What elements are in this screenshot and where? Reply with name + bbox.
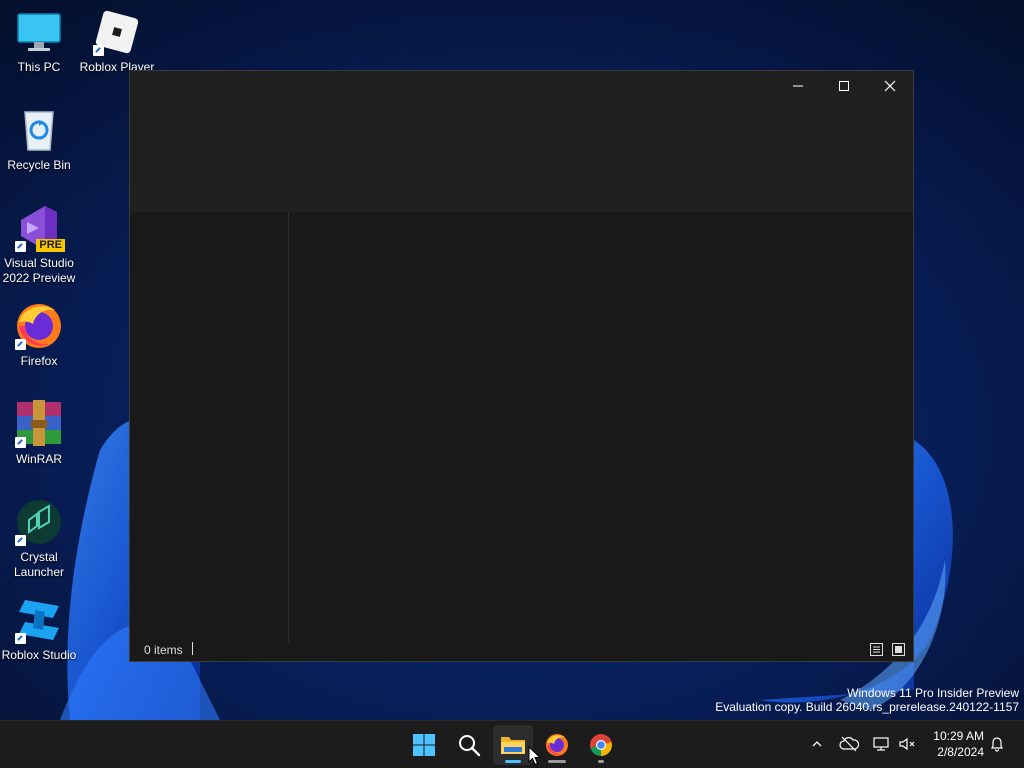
show-hidden-icons-button[interactable] [806, 733, 828, 755]
visual-studio-icon: PRE [15, 204, 65, 252]
taskbar-chrome-button[interactable] [581, 725, 621, 765]
status-separator [192, 642, 193, 655]
maximize-button[interactable] [821, 71, 867, 101]
desktop-icon-visual-studio[interactable]: PRE Visual Studio 2022 Preview [0, 204, 78, 286]
evaluation-watermark: Windows 11 Pro Insider Preview Evaluatio… [715, 686, 1019, 714]
tiles-view-button[interactable] [892, 643, 905, 656]
clock-time: 10:29 AM [933, 729, 984, 743]
shortcut-arrow-icon [15, 339, 26, 350]
details-view-icon [873, 646, 880, 653]
mouse-cursor-icon [528, 746, 541, 766]
onedrive-tray-button[interactable] [838, 733, 860, 755]
taskbar-file-explorer-button[interactable] [493, 725, 533, 765]
desktop-icon-label: Firefox [20, 354, 58, 368]
taskbar-clock[interactable]: 10:29 AM 2/8/2024 [933, 728, 984, 760]
search-icon [459, 735, 481, 757]
windows-start-icon [413, 734, 435, 756]
maximize-icon [839, 81, 849, 91]
details-view-button[interactable] [870, 643, 883, 656]
taskbar-search-button[interactable] [449, 725, 489, 765]
winrar-icon [15, 400, 63, 448]
desktop-icon-label: Visual Studio 2022 Preview [2, 256, 76, 285]
watermark-edition: Windows 11 Pro Insider Preview [847, 686, 1019, 700]
firefox-icon [546, 734, 568, 756]
shortcut-arrow-icon [15, 633, 26, 644]
network-icon [873, 737, 889, 751]
shortcut-arrow-icon [93, 45, 104, 56]
running-app-indicator [548, 760, 566, 763]
running-app-indicator [598, 760, 604, 763]
desktop-icon-roblox-studio[interactable]: Roblox Studio [0, 596, 78, 663]
desktop-icon-label: Recycle Bin [7, 158, 71, 172]
shortcut-arrow-icon [15, 535, 26, 546]
firefox-icon [15, 302, 63, 350]
close-button[interactable] [867, 71, 913, 101]
volume-muted-icon [899, 737, 915, 751]
tiles-view-icon [895, 646, 902, 653]
chevron-up-icon [812, 741, 822, 747]
roblox-player-icon [93, 8, 141, 56]
recycle-bin-icon [15, 106, 63, 154]
active-app-indicator [505, 760, 521, 763]
desktop-icon-label: Crystal Launcher [13, 550, 65, 579]
navigation-pane[interactable] [130, 212, 289, 642]
item-count-label: 0 items [144, 643, 183, 657]
folder-icon [501, 737, 525, 754]
crystal-launcher-icon [15, 498, 63, 546]
bell-icon [991, 737, 1003, 752]
clock-date: 2/8/2024 [937, 745, 984, 759]
desktop-icon-crystal-launcher[interactable]: Crystal Launcher [0, 498, 78, 580]
desktop-icon-label: WinRAR [15, 452, 62, 466]
monitor-icon [15, 8, 63, 56]
window-title-bar[interactable] [130, 71, 913, 212]
minimize-icon [793, 85, 803, 87]
volume-tray-button[interactable] [896, 733, 918, 755]
shortcut-arrow-icon [15, 241, 26, 252]
close-icon [884, 80, 896, 92]
desktop-icon-roblox-player[interactable]: Roblox Player [78, 8, 156, 75]
chrome-icon [590, 734, 612, 756]
file-explorer-window[interactable]: 0 items [129, 70, 914, 662]
taskbar-start-button[interactable] [404, 725, 444, 765]
preview-badge: PRE [36, 239, 65, 252]
network-tray-button[interactable] [870, 733, 892, 755]
file-list-pane[interactable] [289, 212, 913, 642]
desktop-icon-firefox[interactable]: Firefox [0, 302, 78, 369]
desktop-icon-label: Roblox Studio [1, 648, 77, 662]
watermark-build: Evaluation copy. Build 26040.rs_prerelea… [715, 700, 1019, 714]
desktop-icon-this-pc[interactable]: This PC [0, 8, 78, 75]
desktop-icon-label: This PC [17, 60, 61, 74]
notifications-button[interactable] [986, 733, 1008, 755]
desktop-icon-recycle-bin[interactable]: Recycle Bin [0, 106, 78, 173]
taskbar: 10:29 AM 2/8/2024 [0, 720, 1024, 768]
cloud-offline-icon [839, 736, 859, 752]
taskbar-firefox-button[interactable] [537, 725, 577, 765]
roblox-studio-icon [15, 596, 63, 644]
shortcut-arrow-icon [15, 437, 26, 448]
minimize-button[interactable] [775, 71, 821, 101]
status-bar: 0 items [130, 639, 913, 661]
desktop-icon-winrar[interactable]: WinRAR [0, 400, 78, 467]
